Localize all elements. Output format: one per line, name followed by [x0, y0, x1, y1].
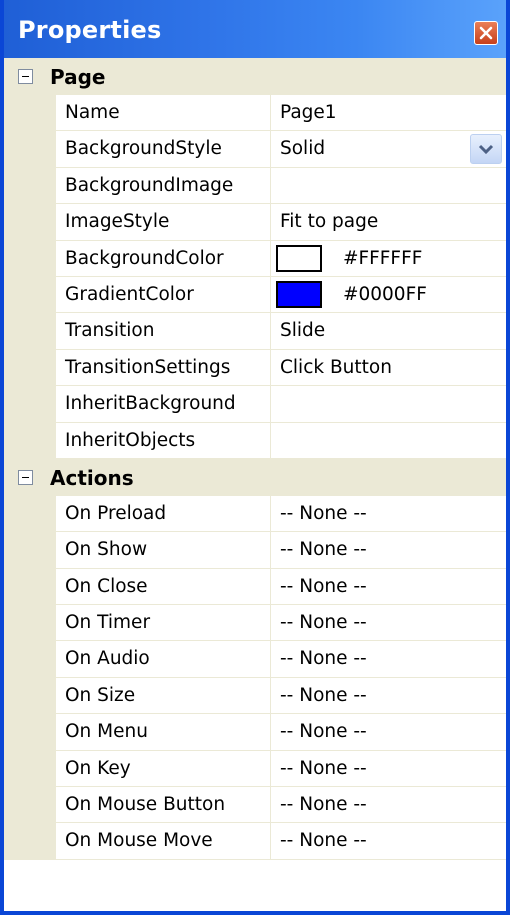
row-gutter: [4, 495, 56, 533]
panel-title: Properties: [18, 16, 162, 44]
property-row[interactable]: On Mouse Button -- None --: [4, 787, 506, 824]
property-name: TransitionSettings: [56, 349, 271, 386]
property-value[interactable]: -- None --: [271, 532, 506, 567]
row-gutter: [4, 714, 56, 751]
property-value[interactable]: [271, 168, 506, 203]
property-value-select[interactable]: Solid: [271, 131, 475, 166]
row-gutter: [4, 641, 56, 678]
property-value[interactable]: -- None --: [271, 496, 506, 531]
property-name: On Audio: [56, 641, 271, 677]
collapse-icon[interactable]: [18, 69, 33, 84]
property-row[interactable]: On Close -- None --: [4, 568, 506, 606]
property-value[interactable]: [271, 423, 506, 458]
property-row[interactable]: TransitionSettings Click Button: [4, 349, 506, 387]
property-row[interactable]: Name Page1: [4, 95, 506, 132]
property-value[interactable]: -- None --: [271, 751, 506, 786]
property-name: On Mouse Move: [56, 823, 271, 859]
property-grid: Page Name Page1 BackgroundStyle Solid Ba…: [4, 58, 506, 860]
row-gutter: [4, 386, 56, 423]
category-page[interactable]: Page: [4, 58, 506, 95]
collapse-icon[interactable]: [18, 469, 33, 485]
row-gutter: [4, 95, 56, 132]
property-row[interactable]: On Size -- None --: [4, 677, 506, 715]
dropdown-button[interactable]: [470, 134, 502, 165]
property-value[interactable]: -- None --: [271, 605, 506, 640]
chevron-down-icon: [478, 145, 494, 155]
close-icon: [479, 26, 493, 40]
property-row[interactable]: BackgroundColor #FFFFFF: [4, 240, 506, 277]
row-gutter: [4, 605, 56, 642]
property-name: On Preload: [56, 495, 271, 532]
property-name: GradientColor: [56, 276, 271, 313]
category-label: Actions: [50, 465, 134, 490]
row-gutter: [4, 240, 56, 277]
property-row[interactable]: BackgroundImage: [4, 167, 506, 205]
property-value[interactable]: Slide: [271, 313, 506, 348]
property-value-color[interactable]: #0000FF: [271, 277, 506, 312]
property-name: On Menu: [56, 714, 271, 750]
property-name: BackgroundImage: [56, 167, 271, 204]
color-hex: #0000FF: [343, 283, 427, 305]
properties-panel: Properties Page Name Page1 BackgroundSty…: [0, 0, 510, 915]
property-name: On Show: [56, 532, 271, 568]
category-label: Page: [50, 65, 106, 89]
property-value[interactable]: Page1: [271, 95, 506, 130]
property-row[interactable]: On Key -- None --: [4, 750, 506, 788]
property-value[interactable]: -- None --: [271, 787, 506, 822]
property-row[interactable]: GradientColor #0000FF: [4, 276, 506, 314]
property-value[interactable]: -- None --: [271, 641, 506, 676]
property-name: BackgroundColor: [56, 240, 271, 276]
property-value[interactable]: -- None --: [271, 569, 506, 604]
property-value[interactable]: Click Button: [271, 350, 506, 385]
property-value-color[interactable]: #FFFFFF: [271, 241, 506, 276]
property-row[interactable]: InheritObjects: [4, 422, 506, 459]
property-value[interactable]: Fit to page: [271, 204, 506, 239]
row-gutter: [4, 677, 56, 715]
row-gutter: [4, 750, 56, 788]
property-name: Name: [56, 95, 271, 131]
close-button[interactable]: [474, 21, 498, 45]
property-row[interactable]: InheritBackground: [4, 386, 506, 423]
property-row[interactable]: On Audio -- None --: [4, 641, 506, 678]
property-row[interactable]: On Preload -- None --: [4, 495, 506, 533]
property-row[interactable]: On Mouse Move -- None --: [4, 823, 506, 860]
property-value[interactable]: -- None --: [271, 678, 506, 713]
color-hex: #FFFFFF: [343, 247, 423, 269]
property-name: On Close: [56, 568, 271, 605]
row-gutter: [4, 823, 56, 860]
row-gutter: [4, 167, 56, 205]
row-gutter: [4, 787, 56, 824]
property-name: On Size: [56, 677, 271, 714]
property-row[interactable]: On Timer -- None --: [4, 605, 506, 642]
property-value[interactable]: [271, 386, 506, 421]
property-name: On Timer: [56, 605, 271, 641]
property-row[interactable]: On Menu -- None --: [4, 714, 506, 751]
property-name: On Mouse Button: [56, 787, 271, 823]
property-name: InheritBackground: [56, 386, 271, 422]
row-gutter: [4, 313, 56, 350]
property-row[interactable]: ImageStyle Fit to page: [4, 204, 506, 241]
row-gutter: [4, 532, 56, 569]
property-value[interactable]: -- None --: [271, 714, 506, 749]
color-swatch[interactable]: [276, 244, 322, 272]
row-gutter: [4, 276, 56, 314]
property-name: On Key: [56, 750, 271, 787]
row-gutter: [4, 204, 56, 241]
row-gutter: [4, 349, 56, 387]
category-actions[interactable]: Actions: [4, 458, 506, 496]
row-gutter: [4, 568, 56, 606]
color-swatch[interactable]: [276, 280, 322, 308]
title-bar[interactable]: Properties: [4, 0, 506, 58]
row-gutter: [4, 131, 56, 168]
property-name: InheritObjects: [56, 422, 271, 458]
property-row[interactable]: On Show -- None --: [4, 532, 506, 569]
property-name: Transition: [56, 313, 271, 349]
row-gutter: [4, 422, 56, 459]
property-name: BackgroundStyle: [56, 131, 271, 167]
property-name: ImageStyle: [56, 204, 271, 240]
property-value[interactable]: -- None --: [271, 823, 506, 858]
property-row[interactable]: BackgroundStyle Solid: [4, 131, 506, 168]
property-row[interactable]: Transition Slide: [4, 313, 506, 350]
